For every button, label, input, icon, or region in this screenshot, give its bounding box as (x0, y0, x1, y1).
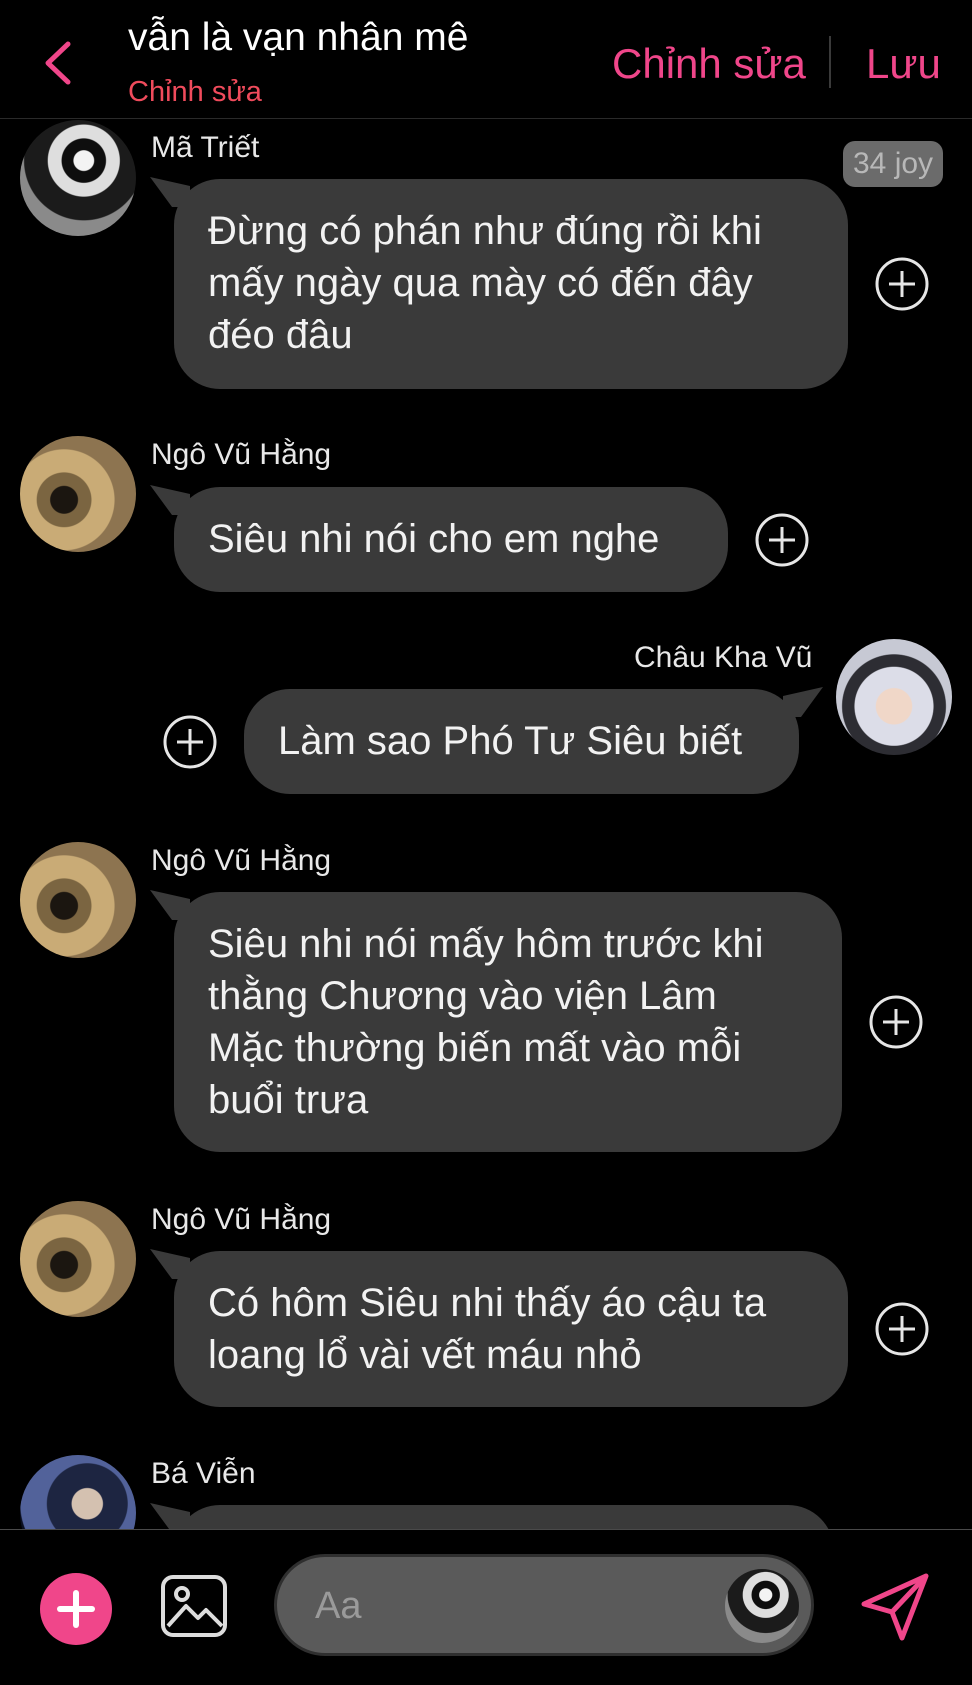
header-bar: vẫn là vạn nhân mê Chỉnh sửa Chỉnh sửa L… (0, 0, 972, 119)
sender-name: Mã Triết (151, 131, 260, 164)
sender-name: Bá Viễn (151, 1457, 256, 1490)
avatar[interactable] (20, 1455, 136, 1529)
save-button[interactable]: Lưu (866, 40, 941, 88)
composer-bar: Aa (0, 1529, 972, 1685)
message-bubble[interactable]: Siêu nhi nói mấy hôm trước khi thằng Chư… (174, 892, 842, 1152)
sender-name: Ngô Vũ Hằng (151, 1203, 332, 1236)
message-bubble[interactable]: Siêu nhi nói cho em nghe (174, 487, 728, 592)
edit-button[interactable]: Chỉnh sửa (612, 40, 806, 88)
message-text: Siêu nhi nói cho em nghe (208, 517, 660, 561)
avatar[interactable] (20, 120, 136, 236)
plus-circle-icon[interactable] (754, 512, 810, 568)
message-input[interactable]: Aa (274, 1554, 814, 1656)
chevron-left-icon[interactable] (40, 38, 76, 88)
plus-circle-icon[interactable] (162, 714, 218, 770)
message-bubble[interactable] (174, 1505, 834, 1529)
sender-name: Châu Kha Vũ (634, 641, 813, 674)
reaction-badge: 34 joy (843, 141, 944, 187)
plus-circle-icon[interactable] (868, 994, 924, 1050)
avatar[interactable] (725, 1569, 799, 1643)
message-bubble[interactable]: Có hôm Siêu nhi thấy áo cậu ta loang lổ … (174, 1251, 848, 1407)
avatar[interactable] (836, 639, 952, 755)
avatar[interactable] (20, 436, 136, 552)
plus-icon (57, 1590, 95, 1628)
message-list[interactable]: Mã Triết 34 joy Đừng có phán như đúng rồ… (0, 119, 972, 1529)
plus-circle-icon[interactable] (874, 1301, 930, 1357)
header-divider (829, 36, 831, 88)
send-icon[interactable] (858, 1570, 932, 1644)
sender-name: Ngô Vũ Hằng (151, 438, 332, 471)
image-icon[interactable] (160, 1574, 228, 1638)
sender-name: Ngô Vũ Hằng (151, 844, 332, 877)
chat-title: vẫn là vạn nhân mê (128, 16, 469, 59)
message-text: Siêu nhi nói mấy hôm trước khi thằng Chư… (208, 922, 764, 1122)
input-placeholder: Aa (315, 1585, 362, 1627)
message-text: Có hôm Siêu nhi thấy áo cậu ta loang lổ … (208, 1281, 767, 1377)
add-button[interactable] (40, 1573, 112, 1645)
chat-subtitle[interactable]: Chỉnh sửa (128, 76, 262, 109)
message-text: Làm sao Phó Tư Siêu biết (278, 719, 743, 763)
message-bubble[interactable]: Làm sao Phó Tư Siêu biết (244, 689, 799, 794)
avatar[interactable] (20, 842, 136, 958)
plus-circle-icon[interactable] (874, 256, 930, 312)
avatar[interactable] (20, 1201, 136, 1317)
message-text: Đừng có phán như đúng rồi khi mấy ngày q… (208, 209, 762, 357)
message-bubble[interactable]: Đừng có phán như đúng rồi khi mấy ngày q… (174, 179, 848, 389)
